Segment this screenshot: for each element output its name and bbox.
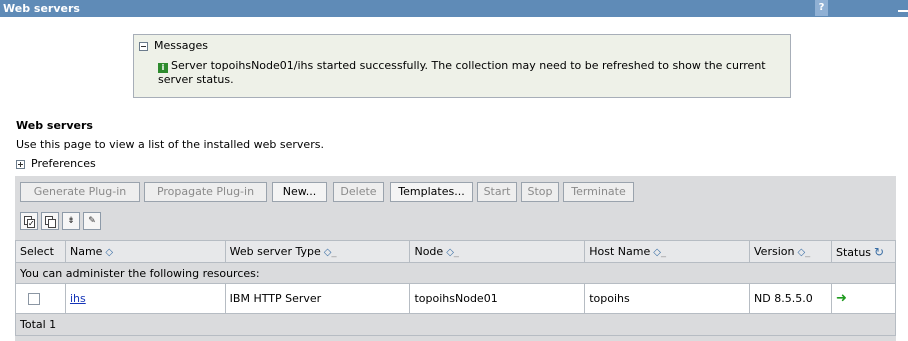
page-description: Use this page to view a list of the inst… bbox=[16, 138, 324, 151]
messages-header: Messages bbox=[139, 39, 208, 52]
generate-plugin-button[interactable]: Generate Plug-in bbox=[20, 182, 140, 202]
node-header-label: Node bbox=[414, 245, 444, 258]
sort-icon[interactable]: ◇ bbox=[105, 247, 113, 258]
new-button[interactable]: New... bbox=[272, 182, 327, 202]
name-header-label: Name bbox=[69, 245, 103, 258]
type-cell: IBM HTTP Server bbox=[224, 283, 411, 314]
type-column-header[interactable]: Web server Type ◇_ bbox=[224, 240, 411, 263]
select-all-icon[interactable]: ✓ bbox=[20, 212, 38, 230]
status-column-header: Status ↻ bbox=[830, 240, 897, 263]
table-header-row: Select Name ◇ Web server Type ◇_ Node ◇_ Ho… bbox=[15, 240, 897, 263]
preferences-label: Preferences bbox=[31, 157, 96, 170]
group-label: You can administer the following resourc… bbox=[15, 262, 896, 284]
version-header-label: Version bbox=[754, 245, 795, 258]
name-column-header[interactable]: Name ◇ bbox=[64, 240, 226, 263]
started-status-icon: ➜ bbox=[835, 291, 847, 306]
name-cell: ihs bbox=[64, 283, 226, 314]
delete-button[interactable]: Delete bbox=[333, 182, 384, 202]
collapse-icon[interactable] bbox=[139, 41, 148, 51]
show-filter-icon[interactable]: ⇟ bbox=[62, 212, 80, 230]
sort-icon[interactable]: ◇_ bbox=[446, 247, 459, 258]
messages-box: Messages i Server topoihsNode01/ihs start… bbox=[133, 34, 791, 98]
table-row: ihs IBM HTTP Server topoihsNode01 topoih… bbox=[15, 283, 897, 314]
propagate-plugin-button[interactable]: Propagate Plug-in bbox=[144, 182, 267, 202]
deselect-all-icon[interactable] bbox=[41, 212, 59, 230]
version-cell: ND 8.5.5.0 bbox=[749, 283, 832, 314]
total-row: Total 1 bbox=[15, 313, 896, 336]
total-label: Total 1 bbox=[15, 313, 896, 336]
server-name-link[interactable]: ihs bbox=[70, 292, 86, 305]
sort-icon[interactable]: ◇_ bbox=[653, 247, 666, 258]
message-text: Server topoihsNode01/ihs started success… bbox=[158, 59, 766, 86]
templates-button[interactable]: Templates... bbox=[390, 182, 473, 202]
expand-icon[interactable] bbox=[16, 159, 25, 169]
stop-button[interactable]: Stop bbox=[521, 182, 559, 202]
node-column-header[interactable]: Node ◇_ bbox=[409, 240, 586, 263]
host-cell: topoihs bbox=[584, 283, 751, 314]
refresh-icon[interactable]: ↻ bbox=[874, 245, 884, 259]
status-header-label: Status bbox=[835, 245, 872, 259]
page-title: Web servers bbox=[16, 119, 93, 132]
preferences-toggle[interactable]: Preferences bbox=[16, 157, 96, 170]
title-bar: Web servers ? bbox=[0, 0, 908, 17]
clear-filter-icon[interactable]: ✎ bbox=[83, 212, 101, 230]
web-servers-table: Select Name ◇ Web server Type ◇_ Node ◇_ Ho… bbox=[15, 240, 897, 336]
row-select-cell bbox=[15, 283, 66, 314]
terminate-button[interactable]: Terminate bbox=[563, 182, 634, 202]
messages-label: Messages bbox=[154, 39, 208, 52]
minimize-icon[interactable] bbox=[898, 10, 908, 12]
status-cell: ➜ bbox=[830, 283, 897, 314]
sort-icon[interactable]: ◇_ bbox=[324, 247, 337, 258]
group-row: You can administer the following resourc… bbox=[15, 262, 896, 284]
window-title: Web servers bbox=[3, 2, 80, 15]
version-column-header[interactable]: Version ◇_ bbox=[749, 240, 832, 263]
sort-icon[interactable]: ◇_ bbox=[797, 247, 810, 258]
host-header-label: Host Name bbox=[589, 245, 651, 258]
message-text-container: i Server topoihsNode01/ihs started succes… bbox=[158, 59, 778, 86]
select-column-header: Select bbox=[15, 240, 66, 263]
info-icon: i bbox=[158, 63, 168, 73]
start-button[interactable]: Start bbox=[477, 182, 517, 202]
row-checkbox[interactable] bbox=[28, 293, 40, 305]
type-header-label: Web server Type bbox=[229, 245, 321, 258]
host-column-header[interactable]: Host Name ◇_ bbox=[584, 240, 751, 263]
help-icon[interactable]: ? bbox=[815, 0, 828, 16]
node-cell: topoihsNode01 bbox=[409, 283, 586, 314]
